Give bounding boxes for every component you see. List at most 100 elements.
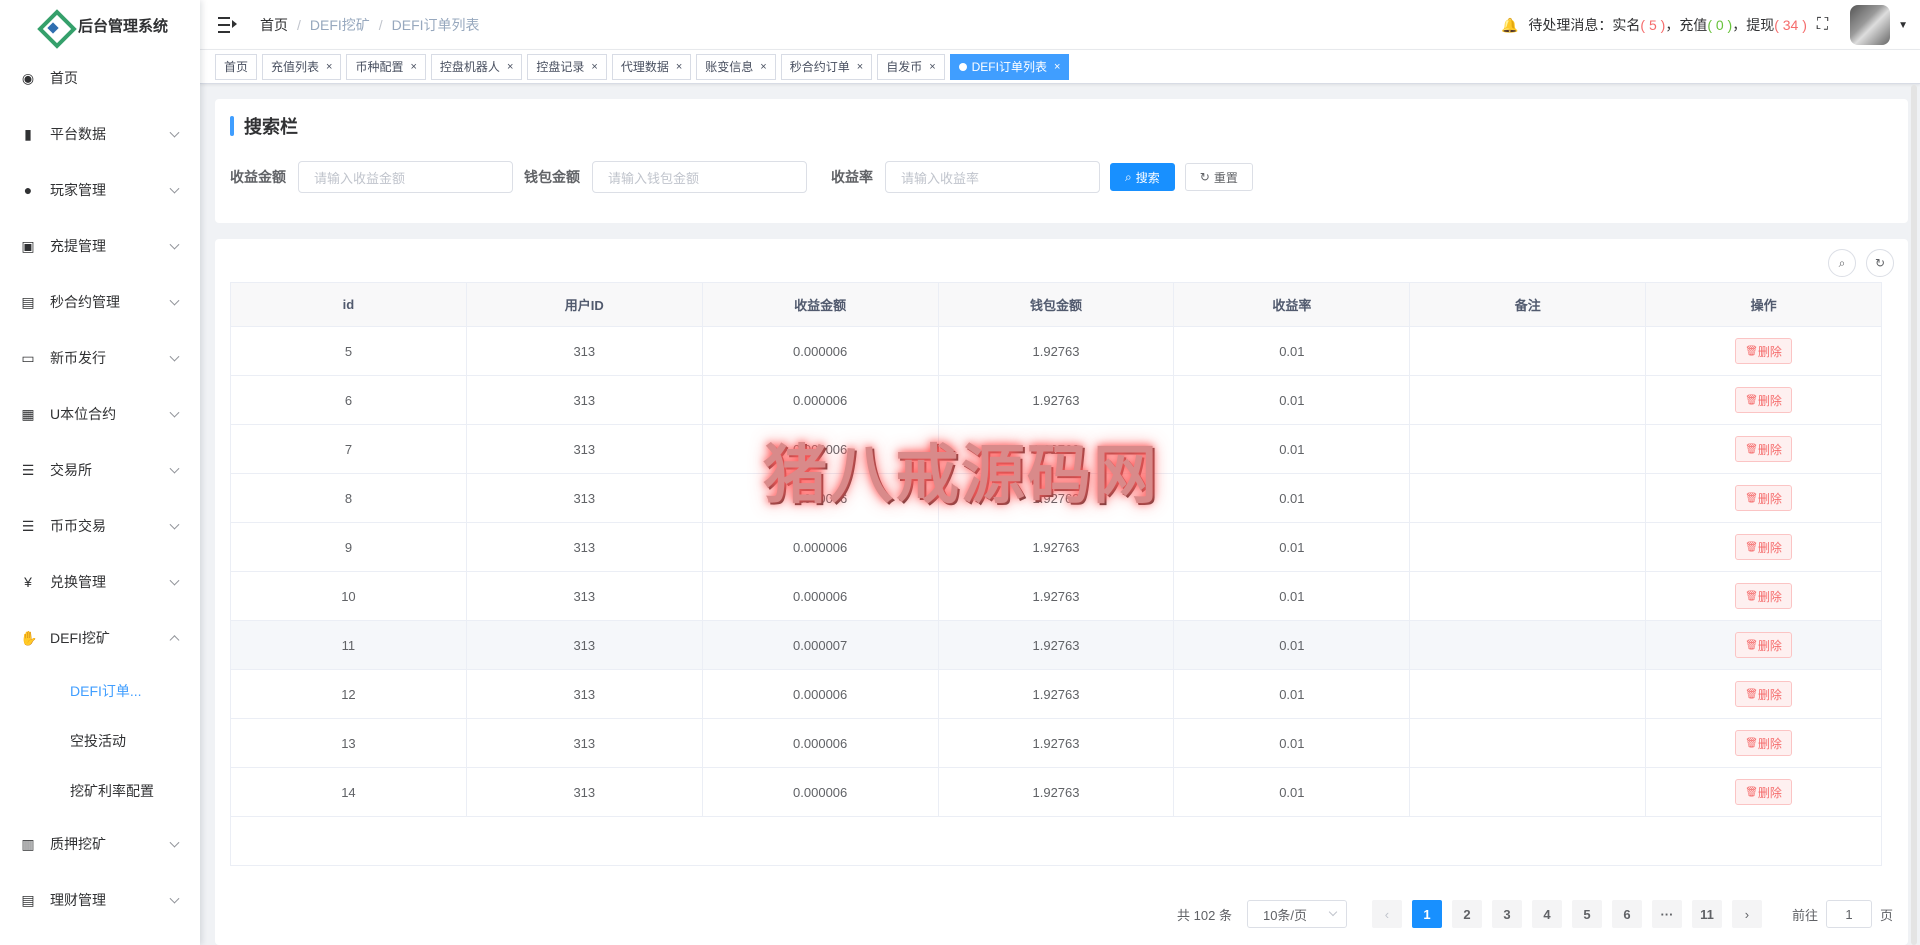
delete-button[interactable]: 🗑 删除 — [1735, 387, 1792, 413]
table-row: 6 313 0.000006 1.92763 0.01 🗑 删除 — [231, 376, 1881, 425]
sidebar-item-document[interactable]: ▤ 理财管理 — [0, 872, 200, 928]
chevron-down-icon — [169, 837, 180, 848]
tag-item-active[interactable]: DEFI订单列表 × — [949, 53, 1070, 80]
sidebar-item-book[interactable]: ▮ 平台数据 — [0, 106, 200, 162]
page-number-button[interactable]: 4 — [1531, 900, 1562, 928]
close-icon[interactable]: × — [410, 55, 416, 79]
page-number-button[interactable]: 1 — [1411, 900, 1442, 928]
sidebar-item-tools[interactable]: ▭ 新币发行 — [0, 330, 200, 386]
pending-messages[interactable]: 🔔 待处理消息： 实名 ( 5 ) ， 充值 ( 0 ) ， 提现 ( 34 ) — [1501, 15, 1807, 35]
search-icon: ⌕ — [1838, 255, 1846, 270]
sidebar-item-label: 新币发行 — [50, 350, 106, 366]
caret-down-icon[interactable]: ▼ — [1898, 20, 1908, 31]
tag-item[interactable]: 充值列表 × — [262, 53, 342, 80]
close-icon[interactable]: × — [929, 55, 935, 79]
page-number-button[interactable]: 11 — [1691, 900, 1722, 928]
delete-button[interactable]: 🗑 删除 — [1735, 730, 1792, 756]
close-icon[interactable]: × — [760, 55, 766, 79]
withdraw-label: 提现 — [1746, 17, 1775, 33]
search-row: 收益金额 请输入收益金额 钱包金额 请输入钱包金额 收益率 请输入收益率 ⌕ 搜… — [230, 161, 1253, 193]
breadcrumb-separator: / — [378, 16, 383, 33]
page-list: 1 2 3 4 5 6 ··· 11 — [1407, 900, 1727, 928]
sidebar-subitem[interactable]: 挖矿利率配置 — [0, 766, 200, 816]
sidebar-item-list[interactable]: ☰ 币币交易 — [0, 498, 200, 554]
close-icon[interactable]: × — [1054, 55, 1060, 79]
rate-input[interactable]: 请输入收益率 — [885, 161, 1100, 193]
sidebar-item-label: 首页 — [50, 70, 78, 86]
sidebar-item-list[interactable]: ☰ 交易所 — [0, 442, 200, 498]
tag-item[interactable]: 代理数据 × — [611, 53, 692, 80]
tag-item[interactable]: 控盘机器人 × — [430, 53, 523, 80]
tag-item[interactable]: 账变信息 × — [696, 53, 776, 80]
document-icon: ▤ — [21, 891, 35, 908]
yen-icon: ¥ — [24, 574, 32, 590]
next-page-button[interactable]: › — [1731, 900, 1762, 928]
income-amount-input[interactable]: 请输入收益金额 — [298, 161, 513, 193]
refresh-button[interactable]: ↻ — [1866, 249, 1894, 277]
sidebar-item-dashboard[interactable]: ◉ 首页 — [0, 50, 200, 106]
logo[interactable]: 后台管理系统 — [0, 0, 200, 50]
fullscreen-icon[interactable]: ⛶ — [1817, 16, 1828, 34]
delete-button[interactable]: 🗑 删除 — [1735, 779, 1792, 805]
sidebar-item-hand[interactable]: ✋ DEFI挖矿 — [0, 610, 200, 666]
sidebar-item-grid[interactable]: ▦ U本位合约 — [0, 386, 200, 442]
delete-button[interactable]: 🗑 删除 — [1735, 681, 1792, 707]
close-icon[interactable]: × — [676, 55, 682, 79]
tag-item[interactable]: 控盘记录 × — [527, 53, 607, 80]
page-number-button[interactable]: 6 — [1611, 900, 1642, 928]
delete-button[interactable]: 🗑 删除 — [1735, 436, 1792, 462]
prev-page-button[interactable]: ‹ — [1371, 900, 1402, 928]
page-number-button[interactable]: 2 — [1451, 900, 1482, 928]
avatar[interactable] — [1850, 5, 1891, 45]
delete-button[interactable]: 🗑 删除 — [1735, 583, 1792, 609]
column-header: 用户ID — [467, 283, 703, 326]
table-cell: 313 — [467, 572, 703, 620]
toggle-search-button[interactable]: ⌕ — [1828, 249, 1856, 277]
tag-item[interactable]: 自发币 × — [877, 53, 945, 80]
search-title-text: 搜索栏 — [244, 117, 298, 137]
sidebar-subitem[interactable]: DEFI订单... — [0, 666, 200, 716]
page-number-button[interactable]: 5 — [1571, 900, 1602, 928]
chevron-down-icon — [169, 183, 180, 194]
goto-page-input[interactable]: 1 — [1825, 900, 1872, 928]
breadcrumb-home[interactable]: 首页 — [260, 15, 288, 35]
sidebar-item-yen[interactable]: ¥ 兑换管理 — [0, 554, 200, 610]
action-cell: 🗑 删除 — [1646, 621, 1881, 669]
dashboard-icon: ◉ — [21, 69, 35, 86]
search-button[interactable]: ⌕ 搜索 — [1110, 163, 1175, 191]
delete-button[interactable]: 🗑 删除 — [1735, 632, 1792, 658]
tag-item[interactable]: 首页 — [215, 53, 258, 80]
tag-label: 控盘机器人 — [439, 59, 500, 74]
wallet-amount-input[interactable]: 请输入钱包金额 — [592, 161, 807, 193]
action-cell: 🗑 删除 — [1646, 719, 1881, 767]
page-size-select[interactable]: 10条/页 — [1246, 900, 1347, 928]
table-cell: 0.000006 — [703, 719, 939, 767]
table-cell — [1410, 768, 1647, 816]
page-number-button[interactable]: ··· — [1651, 900, 1682, 928]
delete-button[interactable]: 🗑 删除 — [1735, 485, 1792, 511]
table-cell: 0.000006 — [703, 670, 939, 718]
vertical-scrollbar[interactable] — [1911, 85, 1917, 945]
tag-item[interactable]: 币种配置 × — [346, 53, 426, 80]
sidebar-item-user[interactable]: ● 玩家管理 — [0, 162, 200, 218]
close-icon[interactable]: × — [857, 55, 863, 79]
sidebar-item-chart[interactable]: ▤ 秒合约管理 — [0, 274, 200, 330]
trash-icon: 🗑 — [1745, 786, 1758, 798]
navbar-right: 🔔 待处理消息： 实名 ( 5 ) ， 充值 ( 0 ) ， 提现 ( 34 )… — [1501, 0, 1920, 50]
chart-icon: ▤ — [21, 293, 35, 310]
table-cell — [1410, 376, 1647, 424]
reset-button[interactable]: ↻ 重置 — [1184, 163, 1253, 191]
sidebar-subitem[interactable]: 空投活动 — [0, 716, 200, 766]
delete-button[interactable]: 🗑 删除 — [1735, 534, 1792, 560]
sidebar-item-bar-chart[interactable]: ▥ 质押挖矿 — [0, 816, 200, 872]
tag-item[interactable]: 秒合约订单 × — [780, 53, 873, 80]
delete-button[interactable]: 🗑 删除 — [1735, 338, 1792, 364]
table-cell: 0.01 — [1174, 327, 1411, 375]
sidebar-item-copy[interactable]: ▣ 充提管理 — [0, 218, 200, 274]
page-number-button[interactable]: 3 — [1491, 900, 1522, 928]
sidebar-menu: ◉ 首页 ▮ 平台数据 ● 玩家管理 ▣ 充提管理 ▤ 秒合约管理 ▭ 新币发行 ▦ U本位合约 ☰ 交易所 ☰… — [0, 50, 200, 928]
close-icon[interactable]: × — [507, 55, 513, 79]
close-icon[interactable]: × — [591, 55, 597, 79]
hamburger-icon[interactable] — [218, 16, 238, 33]
close-icon[interactable]: × — [326, 55, 332, 79]
